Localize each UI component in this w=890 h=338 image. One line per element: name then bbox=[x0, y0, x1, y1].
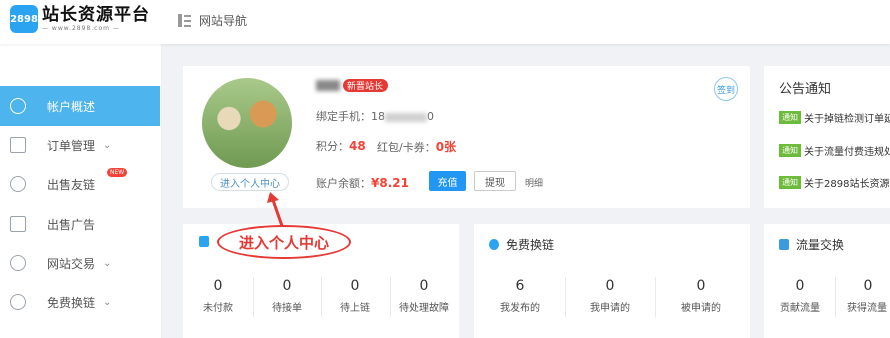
site-navigation-label: 网站导航 bbox=[199, 14, 248, 28]
stat-value[interactable]: 0 bbox=[342, 278, 368, 294]
notice-tag: 通知 bbox=[779, 144, 801, 157]
phone-label: 绑定手机： bbox=[316, 110, 371, 123]
divider bbox=[655, 277, 656, 317]
stat-value[interactable]: 0 bbox=[205, 278, 231, 294]
user-avatar[interactable] bbox=[202, 78, 292, 168]
stat-value[interactable]: 0 bbox=[274, 278, 300, 294]
points-value: 48 bbox=[349, 139, 366, 153]
exchange-icon bbox=[779, 239, 789, 250]
divider bbox=[835, 277, 836, 317]
notice-tag: 通知 bbox=[779, 111, 801, 124]
logo-title: 站长资源平台 bbox=[42, 5, 150, 25]
sidebar-item-label: 免费换链 bbox=[47, 295, 96, 310]
stat-value[interactable]: 0 bbox=[855, 278, 881, 294]
stat-label: 待接单 bbox=[272, 303, 302, 314]
divider bbox=[390, 277, 391, 317]
balance-row: 账户余额：¥8.21 bbox=[316, 175, 409, 191]
stat-label: 获得流量 bbox=[847, 303, 887, 314]
stat-value[interactable]: 0 bbox=[597, 278, 623, 294]
sidebar-item-free-exchange[interactable]: 免费换链 ⌄ bbox=[0, 282, 160, 322]
sidebar-item-orders[interactable]: 订单管理 ⌄ bbox=[0, 125, 160, 165]
sidebar-item-label: 出售友链 bbox=[47, 177, 96, 192]
traffic-title: 流量交换 bbox=[796, 238, 845, 252]
stat-label: 我申请的 bbox=[590, 303, 630, 314]
chevron-down-icon: ⌄ bbox=[103, 257, 112, 269]
divider bbox=[321, 277, 322, 317]
notice-text: 关于掉链检测订单延 bbox=[804, 114, 890, 125]
enter-personal-center-button[interactable]: 进入个人中心 bbox=[211, 173, 289, 191]
annotation-callout: 进入个人中心 bbox=[217, 225, 351, 259]
phone-redacted bbox=[385, 112, 427, 122]
notice-item[interactable]: 通知 关于2898站长资源平 bbox=[779, 175, 890, 190]
chevron-down-icon: ⌄ bbox=[103, 296, 112, 308]
sidebar-item-sell-links[interactable]: 出售友链 NEW bbox=[0, 164, 160, 204]
balance-label: 账户余额： bbox=[316, 177, 371, 190]
stat-label: 未付款 bbox=[203, 303, 233, 314]
globe-icon bbox=[10, 255, 26, 271]
stat-value[interactable]: 6 bbox=[507, 278, 533, 294]
document-icon bbox=[10, 137, 26, 153]
recharge-button[interactable]: 充值 bbox=[429, 171, 466, 191]
sidebar: 帐户概述 订单管理 ⌄ 出售友链 NEW 出售广告 网站交易 ⌄ 免费换链 ⌄ bbox=[0, 44, 162, 338]
sidebar-item-label: 网站交易 bbox=[47, 256, 96, 271]
top-header: 2898 站长资源平台 — www.2898.com — 网站导航 bbox=[0, 0, 890, 44]
stat-label: 被申请的 bbox=[681, 303, 721, 314]
sidebar-item-label: 订单管理 bbox=[47, 138, 96, 153]
withdraw-button[interactable]: 提现 bbox=[474, 171, 516, 191]
link-icon bbox=[489, 239, 499, 250]
orders-icon bbox=[199, 236, 209, 247]
notice-item[interactable]: 通知 关于掉链检测订单延 bbox=[779, 110, 890, 125]
phone-suffix: 0 bbox=[427, 110, 434, 123]
logo-badge: 2898 bbox=[10, 5, 38, 33]
vip-badge-label: 新晋站长 bbox=[347, 82, 384, 92]
chevron-down-icon: ⌄ bbox=[103, 139, 112, 151]
coupon-value: 0张 bbox=[435, 140, 457, 154]
traffic-header: 流量交换 bbox=[779, 236, 844, 253]
points-row: 积分：48 bbox=[316, 138, 366, 154]
phone-prefix: 18 bbox=[371, 110, 385, 123]
username-redacted bbox=[316, 80, 340, 91]
phone-row: 绑定手机：18 0 bbox=[316, 108, 434, 124]
sidebar-item-label: 帐户概述 bbox=[47, 99, 96, 114]
notice-text: 关于流量付费违规处 bbox=[804, 147, 890, 158]
user-circle-icon bbox=[10, 98, 26, 114]
balance-value: ¥8.21 bbox=[371, 176, 409, 190]
free-exchange-title: 免费换链 bbox=[506, 238, 555, 252]
sidebar-item-sell-ads[interactable]: 出售广告 bbox=[0, 204, 160, 244]
logo-url: — www.2898.com — bbox=[42, 25, 120, 32]
image-icon bbox=[10, 216, 26, 232]
stat-label: 我发布的 bbox=[500, 303, 540, 314]
site-logo[interactable]: 2898 站长资源平台 — www.2898.com — bbox=[10, 5, 150, 33]
notice-tag: 通知 bbox=[779, 176, 801, 189]
grid-icon bbox=[178, 14, 191, 27]
site-navigation-link[interactable]: 网站导航 bbox=[178, 12, 247, 29]
notice-title: 公告通知 bbox=[779, 82, 832, 97]
notice-text: 关于2898站长资源平 bbox=[804, 179, 890, 190]
sidebar-item-account-overview[interactable]: 帐户概述 bbox=[0, 86, 160, 126]
sidebar-item-site-trading[interactable]: 网站交易 ⌄ bbox=[0, 243, 160, 283]
divider bbox=[565, 277, 566, 317]
annotation-arrow bbox=[267, 192, 284, 227]
new-badge: NEW bbox=[107, 168, 128, 177]
heart-link-icon bbox=[10, 294, 26, 310]
points-label: 积分： bbox=[316, 140, 349, 153]
stat-value[interactable]: 0 bbox=[688, 278, 714, 294]
sign-in-button[interactable]: 签到 bbox=[714, 77, 738, 101]
stat-value[interactable]: 0 bbox=[411, 278, 437, 294]
logo-text: 站长资源平台 — www.2898.com — bbox=[42, 5, 150, 33]
share-icon bbox=[10, 176, 26, 192]
divider bbox=[253, 277, 254, 317]
stat-value[interactable]: 0 bbox=[787, 278, 813, 294]
stat-label: 贡献流量 bbox=[780, 303, 820, 314]
free-exchange-header: 免费换链 bbox=[489, 236, 554, 253]
detail-link[interactable]: 明细 bbox=[525, 176, 543, 189]
notice-item[interactable]: 通知 关于流量付费违规处 bbox=[779, 143, 890, 158]
sidebar-item-label: 出售广告 bbox=[47, 217, 96, 232]
vip-badge: 新晋站长 bbox=[343, 79, 389, 92]
stat-label: 待上链 bbox=[340, 303, 370, 314]
coupon-label: 红包/卡券： bbox=[377, 141, 436, 154]
coupon-row: 红包/卡券：0张 bbox=[377, 138, 456, 155]
stat-label: 待处理故障 bbox=[399, 303, 449, 314]
